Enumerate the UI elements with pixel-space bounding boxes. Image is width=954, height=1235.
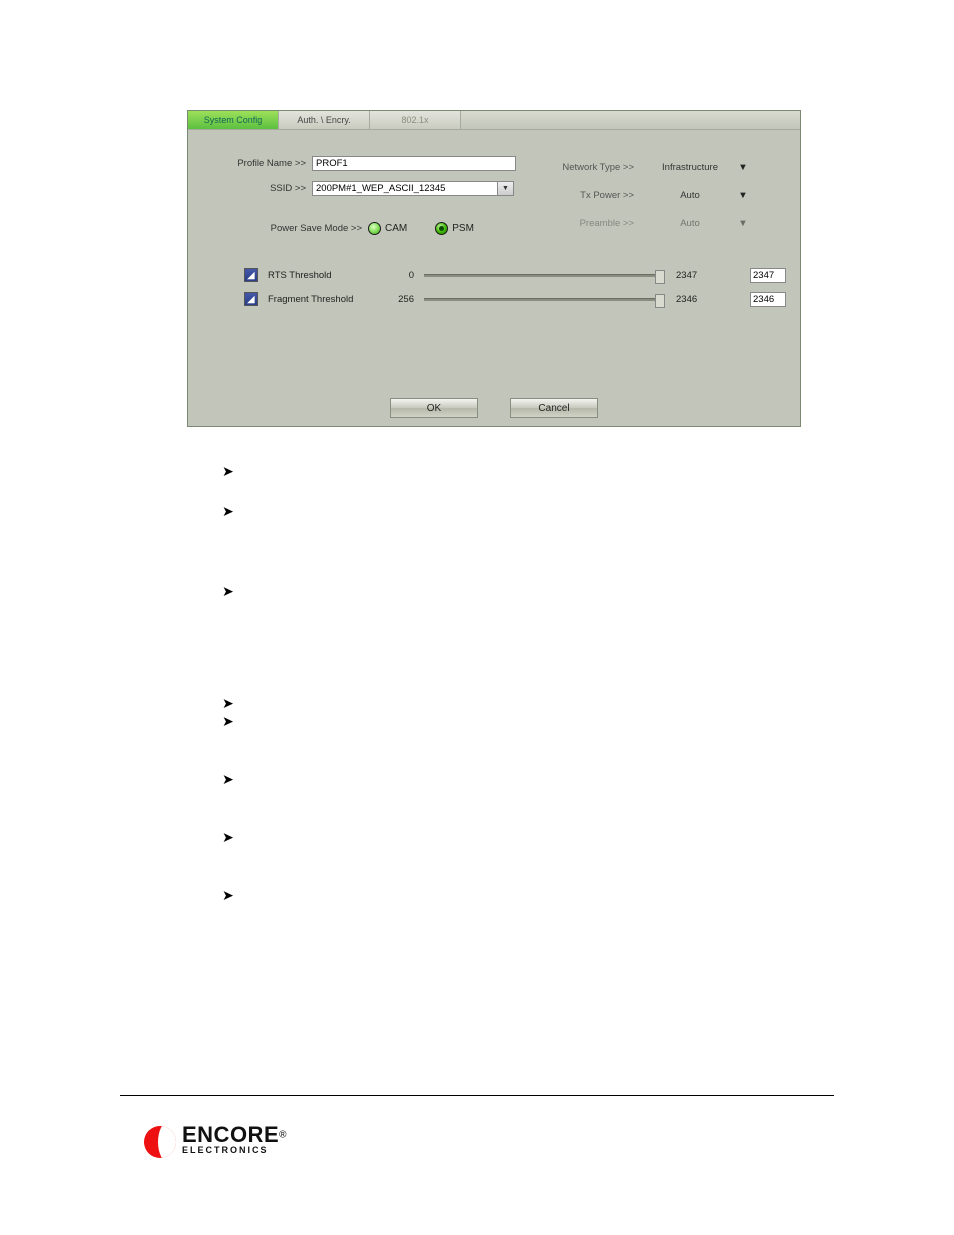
chevron-down-icon: ▼ xyxy=(502,185,509,192)
frag-min: 256 xyxy=(388,294,414,305)
encore-logo: ENCORE® ELECTRONICS xyxy=(144,1126,954,1158)
bullet-arrow-icon: ➤ xyxy=(222,491,954,531)
rts-threshold-label: RTS Threshold xyxy=(268,270,378,281)
slider-thumb-icon[interactable] xyxy=(655,270,665,284)
rts-threshold-slider[interactable] xyxy=(424,274,662,277)
fragment-threshold-label: Fragment Threshold xyxy=(268,294,378,305)
psm-label: PSM xyxy=(452,223,474,234)
logo-brand: ENCORE xyxy=(182,1122,279,1147)
rts-threshold-input[interactable] xyxy=(750,268,786,283)
rts-max: 2347 xyxy=(676,270,706,281)
fragment-threshold-slider[interactable] xyxy=(424,298,662,301)
fragment-threshold-input[interactable] xyxy=(750,292,786,307)
tx-power-value[interactable]: Auto xyxy=(644,190,736,201)
preamble-value: Auto xyxy=(644,218,736,229)
ssid-dropdown-button[interactable]: ▼ xyxy=(498,181,514,196)
ssid-input[interactable] xyxy=(312,181,498,196)
system-config-panel: System Config Auth. \ Encry. 802.1x Prof… xyxy=(187,110,801,427)
tab-802-1x: 802.1x xyxy=(370,111,461,129)
frag-max: 2346 xyxy=(676,294,706,305)
tab-system-config[interactable]: System Config xyxy=(188,111,279,129)
chevron-down-icon[interactable]: ▼ xyxy=(736,190,750,201)
bullet-arrow-icon: ➤ xyxy=(222,701,954,741)
profile-name-label: Profile Name >> xyxy=(202,158,312,169)
bullet-arrow-icon: ➤ xyxy=(222,759,954,799)
bullet-arrow-icon: ➤ xyxy=(222,571,954,611)
ok-button[interactable]: OK xyxy=(390,398,478,418)
cancel-button[interactable]: Cancel xyxy=(510,398,598,418)
rts-threshold-checkbox[interactable]: ◢ xyxy=(244,268,258,282)
chevron-down-icon[interactable]: ▼ xyxy=(736,162,750,173)
bullet-arrow-icon: ➤ xyxy=(222,817,954,857)
profile-name-input[interactable] xyxy=(312,156,516,171)
dialog-button-row: OK Cancel xyxy=(188,392,800,426)
right-column: Network Type >> Infrastructure ▼ Tx Powe… xyxy=(544,157,792,241)
config-tabs: System Config Auth. \ Encry. 802.1x xyxy=(188,111,800,130)
psm-radio[interactable] xyxy=(435,222,448,235)
network-type-value[interactable]: Infrastructure xyxy=(644,162,736,173)
tab-auth-encry[interactable]: Auth. \ Encry. xyxy=(279,111,370,129)
slider-thumb-icon[interactable] xyxy=(655,294,665,308)
bullet-arrow-icon: ➤ xyxy=(222,451,954,491)
registered-icon: ® xyxy=(279,1129,286,1140)
network-type-label: Network Type >> xyxy=(544,162,644,173)
cam-radio[interactable] xyxy=(368,222,381,235)
fragment-threshold-checkbox[interactable]: ◢ xyxy=(244,292,258,306)
chevron-down-icon: ▼ xyxy=(736,218,750,229)
power-save-mode-label: Power Save Mode >> xyxy=(202,223,368,234)
bullet-arrow-icon: ➤ xyxy=(222,875,954,915)
rts-min: 0 xyxy=(388,270,414,281)
encore-logo-icon xyxy=(144,1126,176,1158)
panel-body: Profile Name >> SSID >> ▼ Network Type >… xyxy=(188,130,800,392)
preamble-label: Preamble >> xyxy=(544,218,644,229)
cam-label: CAM xyxy=(385,223,407,234)
tx-power-label: Tx Power >> xyxy=(544,190,644,201)
page-divider xyxy=(120,1095,834,1096)
ssid-label: SSID >> xyxy=(202,183,312,194)
